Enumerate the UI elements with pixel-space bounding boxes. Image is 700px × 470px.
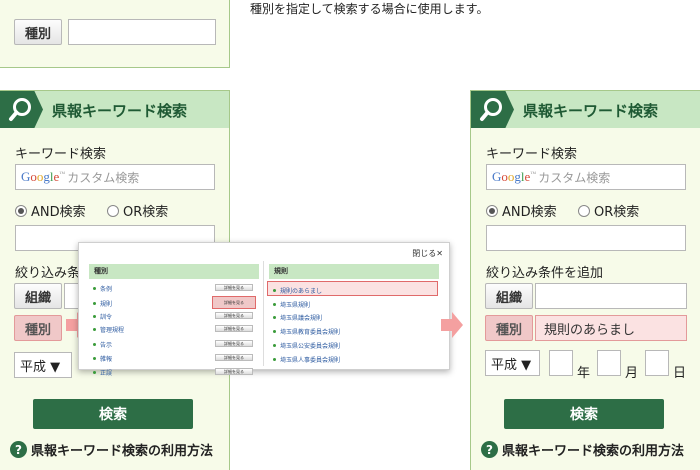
type-item[interactable]: 規則	[93, 299, 112, 308]
panel-title: 県報キーワード検索	[52, 102, 188, 120]
org-button[interactable]: 組織	[485, 283, 533, 309]
era-select[interactable]: 平成 ▼	[485, 350, 540, 376]
type-item[interactable]: 正誤	[93, 368, 112, 377]
column-divider	[263, 261, 264, 366]
detail-button-highlighted[interactable]: 詳細を見る	[212, 296, 256, 309]
detail-button[interactable]: 詳細を見る	[215, 325, 253, 332]
panel-header: 県報キーワード検索	[471, 91, 700, 128]
org-button[interactable]: 組織	[14, 283, 62, 309]
type-column-header: 種別	[89, 264, 259, 279]
and-radio[interactable]: AND検索	[15, 201, 86, 220]
keyword-input[interactable]: Google™ カスタム検索	[15, 164, 215, 190]
rule-item[interactable]: 埼玉県教育委員会規則	[273, 327, 340, 336]
radio-icon	[578, 204, 590, 217]
rule-item[interactable]: 埼玉県規則	[273, 300, 310, 309]
and-label: AND検索	[502, 205, 557, 220]
month-input[interactable]	[597, 350, 621, 376]
radio-selected-icon	[486, 204, 498, 217]
help-icon: ?	[10, 441, 27, 458]
rule-item[interactable]: 埼玉県公安委員会規則	[273, 341, 340, 350]
search-button[interactable]: 検索	[504, 399, 664, 429]
type-button[interactable]: 種別	[14, 315, 62, 341]
keyword-placeholder: カスタム検索	[67, 170, 140, 185]
google-logo: Google™	[492, 169, 537, 184]
type-item[interactable]: 訓令	[93, 312, 112, 321]
type-item[interactable]: 管理規程	[93, 325, 124, 334]
detail-button[interactable]: 詳細を見る	[215, 284, 253, 291]
detail-button[interactable]: 詳細を見る	[215, 312, 253, 319]
panel-title: 県報キーワード検索	[523, 102, 659, 120]
keyword-placeholder: カスタム検索	[538, 170, 611, 185]
search-icon	[471, 91, 514, 128]
help-text: 県報キーワード検索の利用方法	[502, 444, 685, 459]
rule-column-header: 規則	[269, 264, 439, 279]
google-logo: Google™	[21, 169, 66, 184]
keyword-input[interactable]: Google™ カスタム検索	[486, 164, 686, 190]
type-item[interactable]: 条例	[93, 284, 112, 293]
panel-header: 県報キーワード検索	[0, 91, 229, 128]
help-icon: ?	[481, 441, 498, 458]
detail-button[interactable]: 詳細を見る	[215, 340, 253, 347]
help-text: 県報キーワード検索の利用方法	[31, 444, 214, 459]
rule-item[interactable]: 規則のあらまし	[273, 286, 322, 295]
org-field[interactable]	[535, 283, 687, 309]
type-item[interactable]: 告示	[93, 340, 112, 349]
top-panel: 種別	[0, 0, 230, 68]
or-radio[interactable]: OR検索	[578, 201, 639, 220]
help-link[interactable]: ? 県報キーワード検索の利用方法	[10, 440, 213, 459]
filter-label: 絞り込み条件を追加	[486, 266, 604, 281]
extra-keyword-input[interactable]	[486, 225, 686, 251]
search-icon	[0, 91, 43, 128]
type-button[interactable]: 種別	[14, 19, 62, 45]
month-unit: 月	[625, 366, 639, 381]
day-input[interactable]	[645, 350, 669, 376]
type-button[interactable]: 種別	[485, 315, 533, 341]
type-selection-popup: 閉じる✕ 種別 規則 条例 規則 訓令 管理規程 告示 雑報 正誤 詳細を見る …	[78, 242, 450, 377]
radio-selected-icon	[15, 204, 27, 217]
right-search-panel: 県報キーワード検索 キーワード検索 Google™ カスタム検索 AND検索 O…	[470, 90, 700, 470]
keyword-label: キーワード検索	[486, 147, 578, 162]
close-button[interactable]: 閉じる✕	[412, 248, 443, 259]
or-radio[interactable]: OR検索	[107, 201, 168, 220]
description-note: 種別を指定して検索する場合に使用します。	[250, 2, 489, 16]
rule-item[interactable]: 埼玉県議会規則	[273, 313, 322, 322]
era-select[interactable]: 平成 ▼	[14, 352, 72, 378]
search-button[interactable]: 検索	[33, 399, 193, 429]
and-label: AND検索	[31, 205, 86, 220]
filter-label: 絞り込み条	[15, 266, 81, 281]
year-unit: 年	[577, 366, 591, 381]
year-input[interactable]	[549, 350, 573, 376]
keyword-label: キーワード検索	[15, 147, 107, 162]
type-field[interactable]: 規則のあらまし	[535, 315, 687, 341]
or-label: OR検索	[123, 205, 169, 220]
help-link[interactable]: ? 県報キーワード検索の利用方法	[481, 440, 684, 459]
day-unit: 日	[673, 366, 687, 381]
type-field[interactable]	[68, 19, 216, 45]
type-item[interactable]: 雑報	[93, 354, 112, 363]
arrow-right-icon	[441, 312, 463, 338]
rule-item[interactable]: 埼玉県人事委員会規則	[273, 355, 340, 364]
or-label: OR検索	[594, 205, 640, 220]
radio-icon	[107, 204, 119, 217]
detail-button[interactable]: 詳細を見る	[215, 368, 253, 375]
detail-button[interactable]: 詳細を見る	[215, 354, 253, 361]
and-radio[interactable]: AND検索	[486, 201, 557, 220]
